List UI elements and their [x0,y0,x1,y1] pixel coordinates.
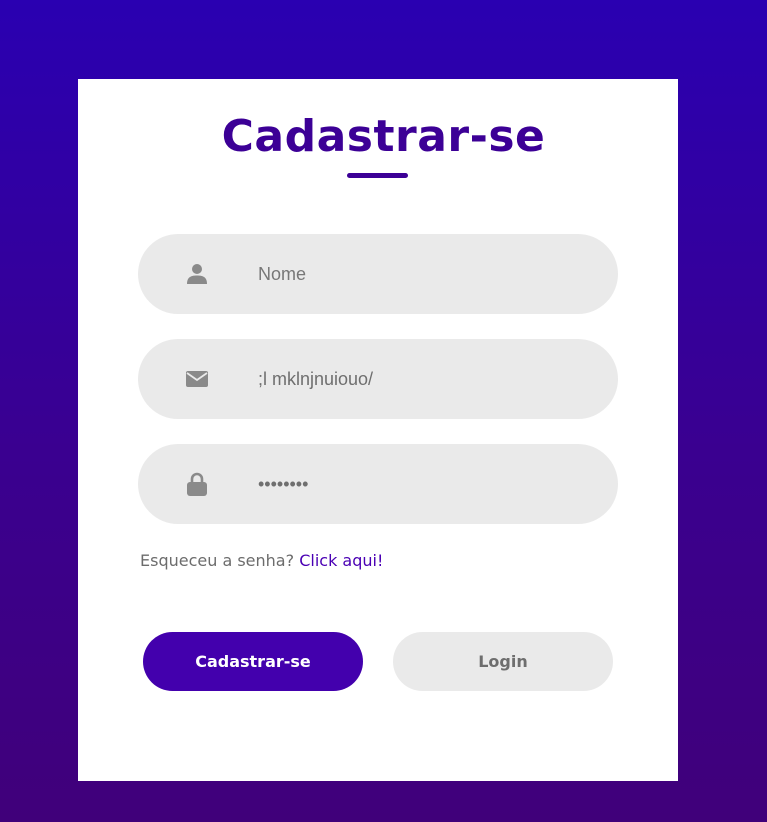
lock-icon [184,471,210,497]
email-field[interactable] [138,339,618,419]
email-input[interactable] [258,359,588,399]
forgot-password-link[interactable]: Click aqui! [299,551,383,570]
forgot-password-text: Esqueceu a senha? [140,551,295,570]
name-field[interactable] [138,234,618,314]
signup-button[interactable]: Cadastrar-se [143,632,363,691]
login-button[interactable]: Login [393,632,613,691]
title-underline [347,173,408,178]
password-field[interactable] [138,444,618,524]
name-input[interactable] [258,254,588,294]
user-icon [184,261,210,287]
envelope-icon [184,366,210,392]
forgot-password: Esqueceu a senha? Click aqui! [140,550,383,572]
page-title: Cadastrar-se [221,111,546,162]
password-input[interactable] [258,464,588,504]
